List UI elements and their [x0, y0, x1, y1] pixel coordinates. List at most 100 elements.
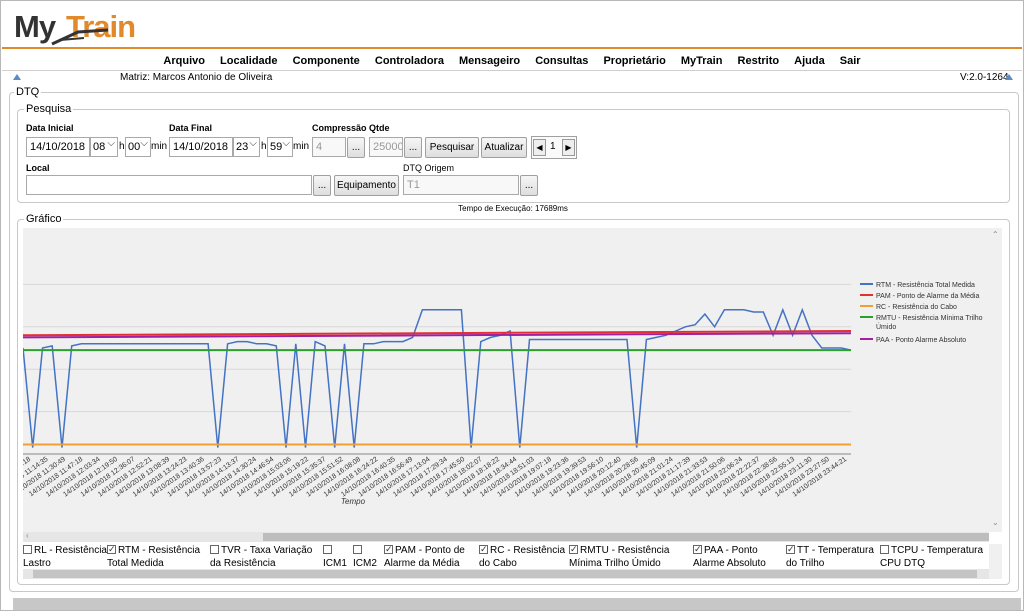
- mytrain-logo: My Train: [14, 6, 154, 46]
- scroll-thumb[interactable]: [263, 533, 989, 541]
- checkbox-label-line2: Total Medida: [107, 558, 164, 569]
- compressao-picker-button[interactable]: ...: [347, 137, 365, 158]
- collapse-right-icon[interactable]: [1005, 74, 1013, 80]
- scroll-up-icon[interactable]: ⌃: [992, 230, 999, 239]
- chart-horizontal-scrollbar[interactable]: ‹: [23, 531, 989, 542]
- checkbox-box[interactable]: [786, 543, 795, 556]
- compressao-input[interactable]: 4: [312, 137, 346, 157]
- series-checkbox-3[interactable]: ICM1: [323, 544, 347, 570]
- qtde-picker-button[interactable]: ...: [404, 137, 422, 158]
- legend-label-2: RC - Resistência do Cabo: [876, 304, 957, 311]
- next-page-icon[interactable]: ▶: [562, 139, 575, 156]
- qtde-input[interactable]: 25000: [369, 137, 403, 157]
- checkbox-horizontal-scrollbar[interactable]: [23, 569, 989, 579]
- checkbox-box[interactable]: [323, 545, 332, 554]
- equipamento-button[interactable]: Equipamento: [334, 175, 399, 196]
- chart-vertical-scrollbar[interactable]: ⌃ ⌄: [989, 228, 1002, 532]
- data-final-label: Data Final: [169, 123, 213, 133]
- min-unit-final: min: [293, 141, 310, 152]
- series-checkbox-1[interactable]: RTM - Resistência Total Medida: [107, 543, 201, 570]
- series-checkbox-5[interactable]: PAM - Ponto de Alarme da Média: [384, 543, 465, 570]
- checkbox-label-line1: RTM - Resistência: [118, 545, 201, 556]
- scroll-left-icon[interactable]: ‹: [26, 531, 29, 540]
- checkbox-label-line2: Alarme da Média: [384, 558, 460, 569]
- pesquisar-button[interactable]: Pesquisar: [425, 137, 479, 158]
- checkbox-box[interactable]: [569, 543, 578, 556]
- header: My Train: [2, 2, 1022, 49]
- checkbox-label-line1: PAA - Ponto: [704, 545, 758, 556]
- checkbox-label-line2: do Cabo: [479, 558, 517, 569]
- x-axis-label: Tempo: [341, 497, 366, 506]
- legend-label-4: PAA - Ponto Alarme Absoluto: [876, 337, 966, 344]
- checkbox-label-line2: Mínima Trilho Úmido: [569, 558, 661, 569]
- prev-page-icon[interactable]: ◀: [533, 139, 546, 156]
- checkbox-box[interactable]: [384, 543, 393, 556]
- checkbox-vertical-scrollbar[interactable]: [989, 544, 1002, 579]
- menu-componente[interactable]: Componente: [287, 51, 366, 71]
- local-input[interactable]: [26, 175, 312, 195]
- dtq-origem-label: DTQ Origem: [403, 163, 455, 173]
- qtde-label: Qtde: [369, 123, 390, 133]
- checkbox-label-line1: RC - Resistência: [490, 545, 566, 556]
- scroll-down-icon[interactable]: ⌄: [992, 518, 999, 527]
- legend-label-3: RMTU - Resistência Mínima Trilho: [876, 315, 983, 322]
- local-label: Local: [26, 163, 50, 173]
- menu-restrito[interactable]: Restrito: [732, 51, 786, 71]
- checkbox-box[interactable]: [353, 545, 362, 554]
- scroll-thumb-2[interactable]: [33, 570, 977, 578]
- checkbox-label-line1: TT - Temperatura: [797, 545, 874, 556]
- menu-ajuda[interactable]: Ajuda: [788, 51, 831, 71]
- menu-controladora[interactable]: Controladora: [369, 51, 450, 71]
- version-label: V:2.0-1264: [960, 72, 1009, 83]
- h-unit: h: [119, 141, 125, 152]
- menu-localidade[interactable]: Localidade: [214, 51, 283, 71]
- menu-proprietario[interactable]: Proprietário: [597, 51, 671, 71]
- footer-bar: [13, 598, 1021, 610]
- menu-arquivo[interactable]: Arquivo: [157, 51, 211, 71]
- collapse-left-icon[interactable]: [13, 74, 21, 80]
- app-window: My Train Arquivo Localidade Componente C…: [0, 0, 1024, 611]
- checkbox-box[interactable]: [693, 543, 702, 556]
- grafico-title: Gráfico: [24, 213, 64, 225]
- series-checkbox-0[interactable]: RL - Resistência Lastro: [23, 544, 107, 570]
- series-line-0: [23, 307, 852, 448]
- series-checkbox-10[interactable]: TCPU - Temperatura CPU DTQ: [880, 544, 983, 570]
- checkbox-box[interactable]: [880, 545, 889, 554]
- checkbox-label-line1: TCPU - Temperatura: [891, 545, 984, 556]
- dtq-origem-input[interactable]: T1: [403, 175, 519, 195]
- min-inicial-select[interactable]: 00: [125, 137, 151, 157]
- legend-label-3-cont: Úmido: [876, 322, 896, 331]
- menu-consultas[interactable]: Consultas: [529, 51, 594, 71]
- checkbox-label-line2: Alarme Absoluto: [693, 558, 766, 569]
- atualizar-button[interactable]: Atualizar: [481, 137, 527, 158]
- series-checkbox-6[interactable]: RC - Resistência do Cabo: [479, 543, 566, 570]
- dtq-title: DTQ: [14, 86, 42, 98]
- checkbox-box[interactable]: [107, 543, 116, 556]
- local-picker-button[interactable]: ...: [313, 175, 331, 196]
- series-checkbox-2[interactable]: TVR - Taxa Variação da Resistência: [210, 544, 312, 570]
- menu-sair[interactable]: Sair: [834, 51, 867, 71]
- legend-label-1: PAM - Ponto de Alarme da Média: [876, 293, 979, 300]
- checkbox-label-line1: PAM - Ponto de: [395, 545, 465, 556]
- data-final-input[interactable]: 14/10/2018: [169, 137, 233, 157]
- logo-text-my: My: [14, 9, 56, 44]
- menu-mensageiro[interactable]: Mensageiro: [453, 51, 526, 71]
- series-checkbox-8[interactable]: PAA - Ponto Alarme Absoluto: [693, 543, 766, 570]
- hora-final-select[interactable]: 23: [233, 137, 260, 157]
- checkbox-box[interactable]: [479, 543, 488, 556]
- series-checkbox-7[interactable]: RMTU - Resistência Mínima Trilho Úmido: [569, 543, 670, 570]
- data-inicial-input[interactable]: 14/10/2018: [26, 137, 90, 157]
- series-checkboxes: RL - Resistência Lastro RTM - Resistência T…: [23, 543, 989, 570]
- checkbox-box[interactable]: [210, 545, 219, 554]
- min-final-select[interactable]: 59: [267, 137, 293, 157]
- status-bar: Matriz: Marcos Antonio de Oliveira V:2.0…: [2, 71, 1022, 85]
- dtq-origem-picker-button[interactable]: ...: [520, 175, 538, 196]
- menu-mytrain[interactable]: MyTrain: [675, 51, 729, 71]
- chart-area: RTM - Resistência Total Medida PAM - Pont…: [23, 228, 989, 532]
- hora-inicial-select[interactable]: 08: [90, 137, 118, 157]
- checkbox-label-line1: RMTU - Resistência: [580, 545, 670, 556]
- train-swoosh-icon: [51, 28, 109, 46]
- checkbox-box[interactable]: [23, 545, 32, 554]
- series-checkbox-4[interactable]: ICM2: [353, 544, 377, 570]
- series-checkbox-9[interactable]: TT - Temperatura do Trilho: [786, 543, 874, 570]
